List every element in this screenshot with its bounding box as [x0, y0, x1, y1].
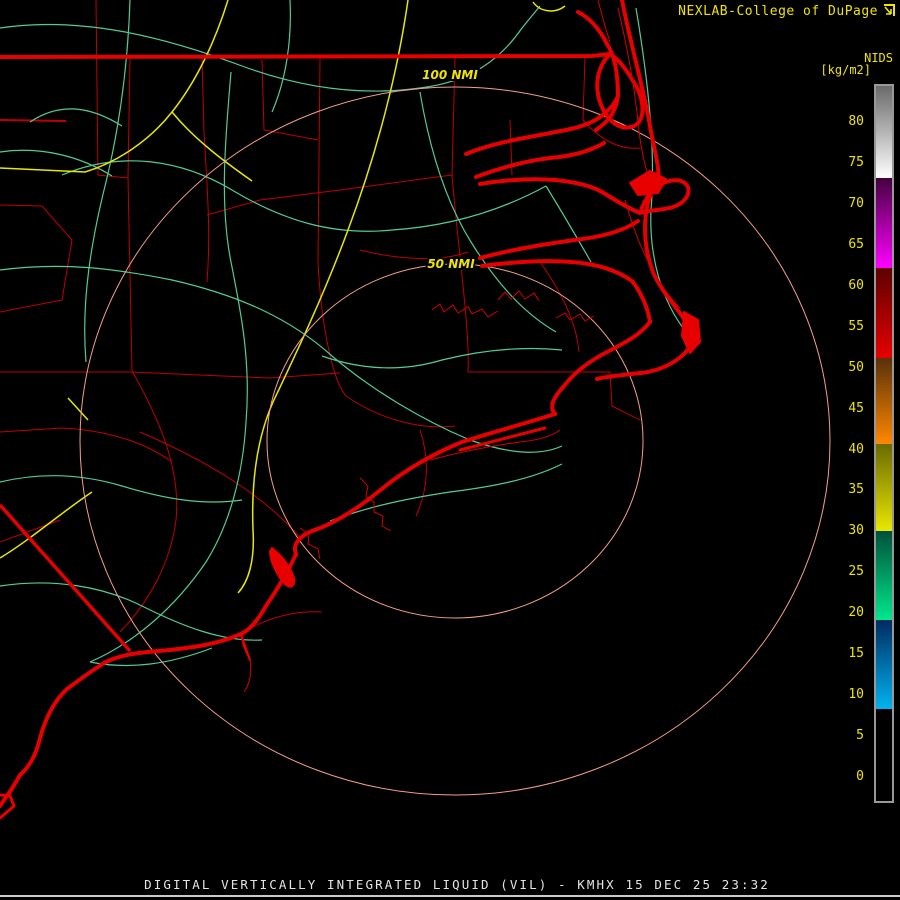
coastline: [0, 0, 701, 820]
color-scale-tick-55: 55: [848, 318, 864, 334]
color-scale-tick-65: 65: [848, 236, 864, 252]
radar-display: 100 NMI 50 NMI NEXLAB-College of DuPage …: [0, 0, 900, 900]
color-scale-tick-25: 25: [848, 564, 864, 580]
cod-weather-logo-icon: [884, 4, 895, 16]
product-status-text: DIGITAL VERTICALLY INTEGRATED LIQUID (VI…: [144, 877, 770, 892]
color-scale-tick-70: 70: [848, 195, 864, 211]
color-scale-tick-10: 10: [848, 687, 864, 703]
color-scale-segment-green: [876, 531, 892, 620]
color-scale-segment-yellow: [876, 444, 892, 532]
color-scale-tick-45: 45: [848, 400, 864, 416]
color-scale-segment-orange: [876, 358, 892, 445]
color-scale-tick-15: 15: [848, 646, 864, 662]
ring-label-100nmi: 100 NMI: [422, 68, 478, 82]
color-scale-tick-30: 30: [848, 523, 864, 539]
yellow-roads: [0, 0, 566, 594]
bottom-divider-line: [0, 895, 900, 897]
color-scale-tick-0: 0: [856, 769, 864, 784]
color-scale-segment-red: [876, 268, 892, 359]
color-scale-segment-gray: [876, 85, 892, 179]
color-scale-tick-60: 60: [848, 277, 864, 293]
color-scale-segment-black: [876, 708, 892, 799]
color-scale-tick-20: 20: [848, 605, 864, 621]
color-scale-segment-blue: [876, 619, 892, 709]
color-scale-tick-80: 80: [848, 114, 864, 129]
ring-label-50nmi: 50 NMI: [427, 257, 475, 271]
base-map: 100 NMI 50 NMI: [0, 0, 831, 820]
color-scale-tick-40: 40: [848, 441, 864, 457]
color-scale-tick-50: 50: [848, 359, 864, 375]
range-rings: [79, 86, 831, 796]
legend-units: [kg/m2]: [820, 63, 871, 77]
ring-100nmi: [79, 86, 831, 796]
color-scale-bar: [874, 84, 894, 803]
color-scale-tick-35: 35: [848, 482, 864, 498]
color-scale-segment-magenta: [876, 178, 892, 269]
color-scale-tick-5: 5: [856, 728, 864, 744]
color-scale-tick-75: 75: [848, 154, 864, 170]
green-roads: [0, 0, 687, 667]
brand-text: NEXLAB-College of DuPage: [678, 4, 878, 19]
